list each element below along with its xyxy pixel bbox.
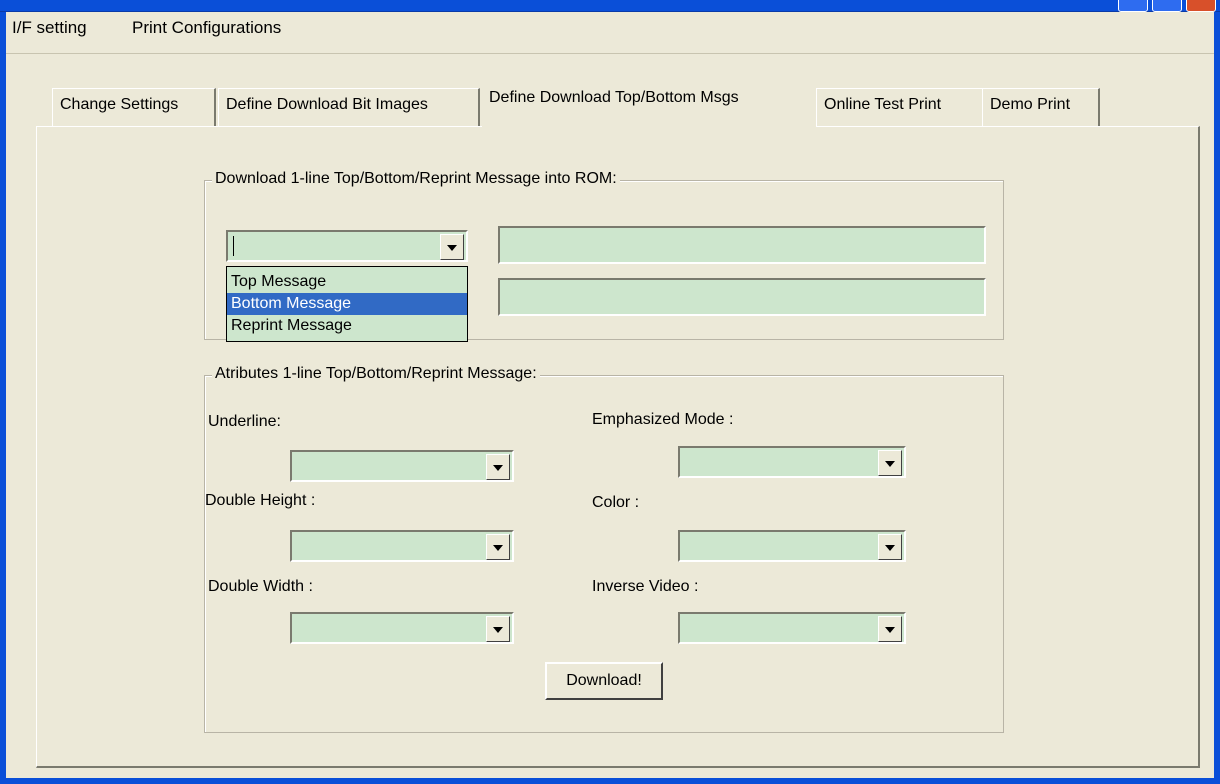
inverse-video-combo[interactable] <box>678 612 906 644</box>
chevron-down-icon[interactable] <box>486 534 510 560</box>
chevron-down-icon[interactable] <box>486 454 510 480</box>
double-height-combo[interactable] <box>290 530 514 562</box>
double-width-label: Double Width : <box>208 578 313 595</box>
menu-if-setting[interactable]: I/F setting <box>12 18 87 38</box>
option-bottom-message[interactable]: Bottom Message <box>227 293 467 315</box>
menu-print-configurations[interactable]: Print Configurations <box>132 18 281 38</box>
chevron-down-icon[interactable] <box>486 616 510 642</box>
option-top-message[interactable]: Top Message <box>227 271 467 293</box>
minimize-button[interactable] <box>1118 0 1148 12</box>
emphasized-mode-label: Emphasized Mode : <box>592 411 734 428</box>
tab-demo-print[interactable]: Demo Print <box>982 88 1100 126</box>
double-height-label: Double Height : <box>205 492 316 509</box>
text-caret <box>233 236 234 256</box>
tab-online-test-print[interactable]: Online Test Print <box>816 88 984 126</box>
close-button[interactable] <box>1186 0 1216 12</box>
tab-define-download-top-bottom-msgs[interactable]: Define Download Top/Bottom Msgs <box>482 82 816 128</box>
download-message-group-legend: Download 1-line Top/Bottom/Reprint Messa… <box>212 170 620 188</box>
title-bar <box>0 0 1220 12</box>
message-text-field-1[interactable] <box>498 226 986 264</box>
inverse-video-label: Inverse Video : <box>592 578 699 595</box>
tab-define-download-bit-images[interactable]: Define Download Bit Images <box>218 88 480 126</box>
maximize-button[interactable] <box>1152 0 1182 12</box>
message-type-dropdown-list: Top Message Bottom Message Reprint Messa… <box>226 266 468 342</box>
chevron-down-icon[interactable] <box>878 616 902 642</box>
chevron-down-icon[interactable] <box>878 534 902 560</box>
message-type-combo[interactable] <box>226 230 468 262</box>
underline-label: Underline: <box>208 413 281 430</box>
color-label: Color : <box>592 494 640 511</box>
chevron-down-icon[interactable] <box>440 234 464 260</box>
message-text-field-2[interactable] <box>498 278 986 316</box>
double-width-combo[interactable] <box>290 612 514 644</box>
download-button[interactable]: Download! <box>545 662 663 700</box>
color-combo[interactable] <box>678 530 906 562</box>
attributes-group-legend: Atributes 1-line Top/Bottom/Reprint Mess… <box>212 365 540 383</box>
tab-change-settings[interactable]: Change Settings <box>52 88 216 126</box>
option-reprint-message[interactable]: Reprint Message <box>227 315 467 337</box>
emphasized-mode-combo[interactable] <box>678 446 906 478</box>
chevron-down-icon[interactable] <box>878 450 902 476</box>
underline-combo[interactable] <box>290 450 514 482</box>
